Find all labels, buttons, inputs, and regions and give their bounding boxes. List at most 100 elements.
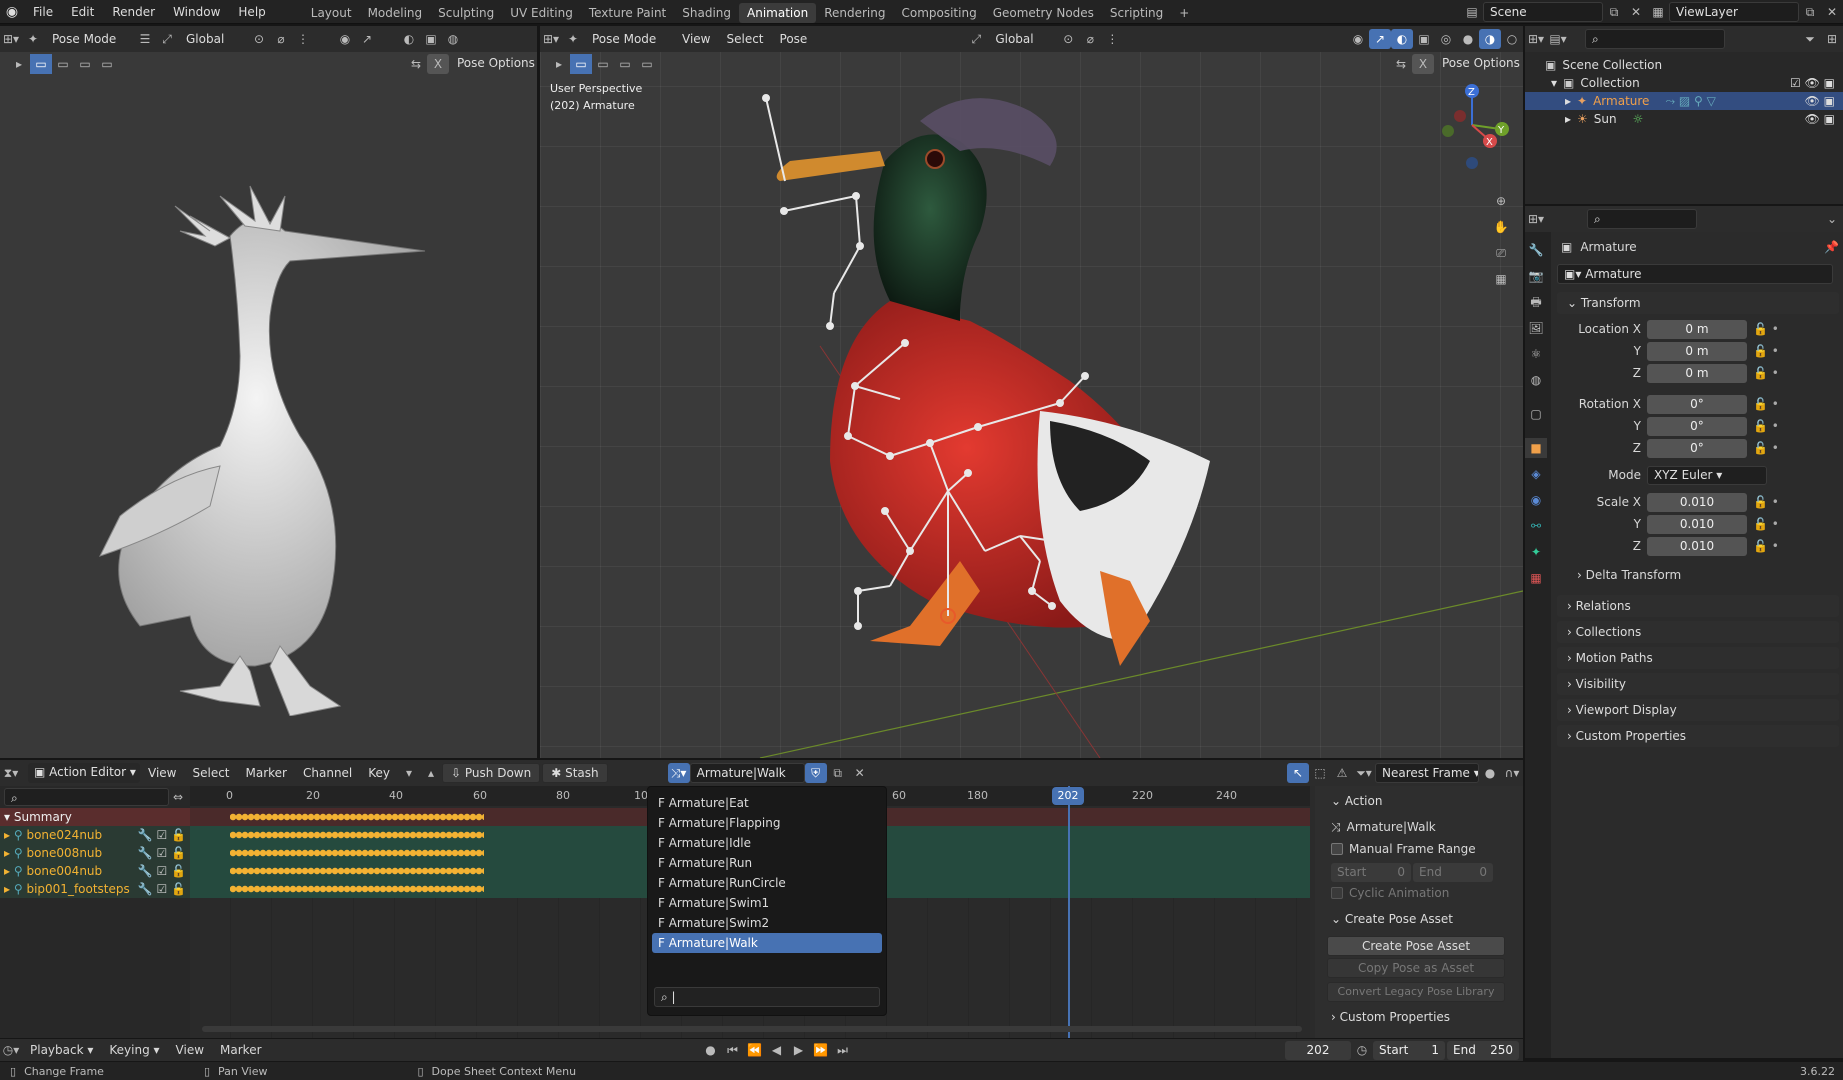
bone004nub-keyframes[interactable]	[230, 866, 484, 876]
menu-marker[interactable]: Marker	[238, 760, 295, 786]
proportional-icon[interactable]: ●	[1479, 763, 1501, 783]
data-tab-icon[interactable]: ✦	[1525, 542, 1547, 562]
location-x-field[interactable]: 0 m	[1647, 320, 1747, 339]
play-icon[interactable]: ▶	[788, 1040, 810, 1060]
expand-arrow-icon[interactable]: ▸	[1565, 92, 1571, 110]
mirror-icon[interactable]: ⇆	[405, 54, 427, 74]
editor-type-icon[interactable]: ⧗▾	[0, 763, 22, 783]
record-icon[interactable]: ●	[700, 1040, 722, 1060]
view-layer-icon[interactable]: ▦	[1647, 2, 1669, 22]
action-item-walk[interactable]: F Armature|Walk	[652, 933, 882, 953]
lock-icon[interactable]: 🔓 •	[1753, 342, 1779, 361]
menu-channel[interactable]: Channel	[295, 760, 360, 786]
left-viewport[interactable]: ⊞▾ ✦ Pose Mode ☰ ⤢ Global ⊙ ⌀ ⋮ ◉ ↗ ◐ ▣ …	[0, 26, 537, 758]
action-name-field[interactable]: Armature|Walk	[689, 763, 805, 783]
options-chevron-icon[interactable]: ⌄	[1821, 209, 1843, 229]
hamburger-menu-icon[interactable]: ☰	[134, 29, 156, 49]
object-name-field[interactable]: ▣▾ Armature	[1557, 264, 1833, 284]
constraints-tab-icon[interactable]: ⚯	[1525, 516, 1547, 536]
collections-panel-header[interactable]: › Collections	[1557, 621, 1839, 643]
render-tab-icon[interactable]: 📷	[1525, 266, 1547, 286]
unlink-action-icon[interactable]: ✕	[849, 763, 871, 783]
action-item-runcircle[interactable]: F Armature|RunCircle	[652, 873, 882, 893]
channel-bone024nub[interactable]: ▸ ⚲ bone024nub 🔧 ☑ 🔓	[0, 826, 190, 844]
action-item-eat[interactable]: F Armature|Eat	[652, 793, 882, 813]
left-orientation-selector[interactable]: Global	[178, 26, 248, 52]
channel-controls-icons[interactable]: 🔧 ☑ 🔓	[138, 862, 186, 880]
scene-icon[interactable]: ▤	[1461, 2, 1483, 22]
footsteps-keyframes[interactable]	[230, 884, 484, 894]
cyclic-checkbox[interactable]	[1331, 887, 1343, 899]
viewport-display-panel-header[interactable]: › Viewport Display	[1557, 699, 1839, 721]
lock-icon[interactable]: 🔓 •	[1753, 439, 1779, 458]
object-tab-icon[interactable]: ■	[1525, 438, 1547, 458]
world-tab-icon[interactable]: ◍	[1525, 370, 1547, 390]
output-tab-icon[interactable]: 🖶	[1525, 292, 1547, 312]
convert-pose-library-button[interactable]: Convert Legacy Pose Library	[1327, 982, 1505, 1002]
outliner-item-armature[interactable]: ▸ ✦ Armature ⤳ ▨ ⚲ ▽ 👁 ▣	[1525, 92, 1843, 110]
view-layer-tab-icon[interactable]: 🖼	[1525, 318, 1547, 338]
xray-icon[interactable]: ▣	[420, 29, 442, 49]
expand-arrow-icon[interactable]: ▸	[1565, 110, 1571, 128]
tool-tab-icon[interactable]: 🔧	[1525, 240, 1547, 260]
delete-view-layer-icon[interactable]: ✕	[1821, 2, 1843, 22]
lock-icon[interactable]: 🔓 •	[1753, 364, 1779, 383]
scene-tab-icon[interactable]: ⚛	[1525, 344, 1547, 364]
scale-z-field[interactable]: 0.010	[1647, 537, 1747, 556]
relations-panel-header[interactable]: › Relations	[1557, 595, 1839, 617]
lock-icon[interactable]: 🔓 •	[1753, 320, 1779, 339]
workspace-tab-rendering[interactable]: Rendering	[816, 3, 893, 23]
playhead-line[interactable]	[1068, 786, 1070, 1038]
ortho-grid-icon[interactable]: ▦	[1490, 269, 1512, 289]
rotation-z-field[interactable]: 0°	[1647, 439, 1747, 458]
fake-user-icon[interactable]: ⛨	[804, 763, 827, 783]
only-errors-icon[interactable]: ⚠	[1331, 763, 1353, 783]
lock-icon[interactable]: 🔓 •	[1753, 417, 1779, 436]
outliner-search-input[interactable]: ⌕	[1585, 29, 1725, 49]
menu-view[interactable]: View	[140, 760, 184, 786]
custom-properties-panel-header[interactable]: › Custom Properties	[1557, 725, 1839, 747]
shading-solid-icon[interactable]: ◍	[442, 29, 464, 49]
lock-icon[interactable]: 🔓 •	[1753, 515, 1779, 534]
workspace-tab-layout[interactable]: Layout	[303, 3, 360, 23]
physics-tab-icon[interactable]: ◉	[1525, 490, 1547, 510]
side-custom-props-header[interactable]: › Custom Properties	[1321, 1006, 1517, 1028]
visibility-panel-header[interactable]: › Visibility	[1557, 673, 1839, 695]
action-item-flapping[interactable]: F Armature|Flapping	[652, 813, 882, 833]
menu-select[interactable]: Select	[184, 760, 237, 786]
menu-keying[interactable]: Keying ▾	[101, 1043, 167, 1057]
channel-summary[interactable]: ▾ Summary	[0, 808, 190, 826]
summary-keyframes[interactable]	[230, 812, 484, 822]
editor-type-icon[interactable]: ⊞▾	[0, 29, 22, 49]
navigation-gizmo[interactable]: Z Y X	[1440, 81, 1520, 181]
x-axis-icon[interactable]: X	[427, 54, 449, 74]
menu-help[interactable]: Help	[229, 0, 274, 24]
move-up-icon[interactable]: ▴	[420, 763, 442, 783]
main-viewport[interactable]: ⊞▾ ✦ Pose Mode View Select Pose ⤢ Global…	[540, 26, 1523, 758]
pan-hand-icon[interactable]: ✋	[1490, 217, 1512, 237]
select-tool-icon[interactable]: ▸	[8, 54, 30, 74]
left-mode-selector[interactable]: Pose Mode	[44, 26, 134, 52]
channel-controls-icons[interactable]: 🔧 ☑ 🔓	[138, 880, 186, 898]
collection-tab-icon[interactable]: ▢	[1525, 404, 1547, 424]
bone008nub-keyframes[interactable]	[230, 848, 484, 858]
workspace-tab-geometry-nodes[interactable]: Geometry Nodes	[985, 3, 1102, 23]
play-reverse-icon[interactable]: ◀	[766, 1040, 788, 1060]
lock-icon[interactable]: 🔓 •	[1753, 395, 1779, 414]
display-mode-icon[interactable]: ▤▾	[1547, 29, 1569, 49]
swap-icon[interactable]: ⇔	[173, 790, 183, 804]
manual-range-row[interactable]: Manual Frame Range	[1321, 838, 1517, 860]
cyclic-row[interactable]: Cyclic Animation	[1321, 882, 1517, 904]
range-start-field[interactable]: Start 0	[1331, 862, 1411, 882]
armature-visibility-icons[interactable]: 👁 ▣	[1805, 92, 1835, 110]
menu-edit[interactable]: Edit	[62, 0, 103, 24]
snap-icon[interactable]: ⌀	[270, 29, 292, 49]
action-item-run[interactable]: F Armature|Run	[652, 853, 882, 873]
lock-icon[interactable]: 🔓 •	[1753, 493, 1779, 512]
move-down-icon[interactable]: ▾	[398, 763, 420, 783]
stash-button[interactable]: ✱ Stash	[542, 763, 608, 783]
texture-tab-icon[interactable]: ▦	[1525, 568, 1547, 588]
range-end-field[interactable]: End 0	[1413, 862, 1493, 882]
collection-visibility-icons[interactable]: ☑ 👁 ▣	[1790, 74, 1835, 92]
action-search-input[interactable]: ⌕ |	[654, 987, 880, 1007]
